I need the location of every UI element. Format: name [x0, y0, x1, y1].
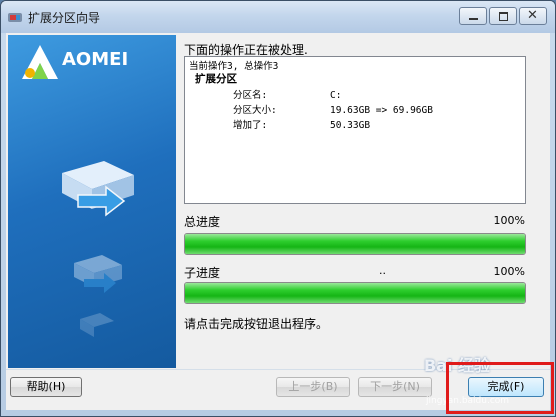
- close-icon: ✕: [527, 8, 538, 23]
- log-label-increase: 增加了:: [233, 120, 268, 131]
- sub-progress-label: 子进度: [184, 266, 221, 280]
- brand-name: AOMEI: [62, 49, 129, 70]
- total-progress-label: 总进度: [184, 215, 221, 229]
- log-value-increase: 50.33GB: [330, 120, 371, 131]
- back-button[interactable]: 上一步(B): [276, 377, 350, 397]
- maximize-icon: [499, 12, 508, 21]
- next-button[interactable]: 下一步(N): [358, 377, 432, 397]
- app-icon: [8, 13, 22, 22]
- total-progress-fill: [185, 234, 525, 254]
- content-panel: 下面的操作正在被处理. 当前操作3, 总操作3 扩展分区 分区名: C: 分区大…: [184, 33, 544, 373]
- minimize-icon: [469, 18, 478, 20]
- log-value-size: 19.63GB => 69.96GB: [330, 105, 433, 116]
- title-bar[interactable]: 扩展分区向导 ✕: [1, 1, 555, 33]
- total-progress-bar: [184, 233, 526, 255]
- sub-progress-fill: [185, 283, 525, 303]
- help-button[interactable]: 帮助(H): [10, 377, 82, 397]
- sub-progress-dots: ..: [379, 264, 386, 277]
- operation-log[interactable]: 当前操作3, 总操作3 扩展分区 分区名: C: 分区大小: 19.63GB =…: [184, 56, 526, 204]
- disk-arrow-illustration: [62, 161, 134, 337]
- total-progress-percent: 100%: [493, 214, 525, 227]
- log-label-size: 分区大小:: [233, 105, 277, 116]
- minimize-button[interactable]: [459, 7, 487, 25]
- log-label-partition: 分区名:: [233, 90, 268, 101]
- finish-highlight-box: [446, 362, 554, 414]
- window-title: 扩展分区向导: [28, 11, 101, 25]
- sub-progress-percent: 100%: [493, 265, 525, 278]
- log-value-partition: C:: [330, 90, 342, 101]
- maximize-button[interactable]: [489, 7, 517, 25]
- side-banner: AOMEI: [8, 35, 176, 368]
- finish-instruction: 请点击完成按钮退出程序。: [184, 317, 329, 331]
- log-operation-name: 扩展分区: [195, 73, 237, 85]
- close-button[interactable]: ✕: [519, 7, 547, 25]
- log-operation-count: 当前操作3, 总操作3: [189, 61, 279, 72]
- aomei-logo-icon: [22, 45, 58, 79]
- sub-progress-bar: [184, 282, 526, 304]
